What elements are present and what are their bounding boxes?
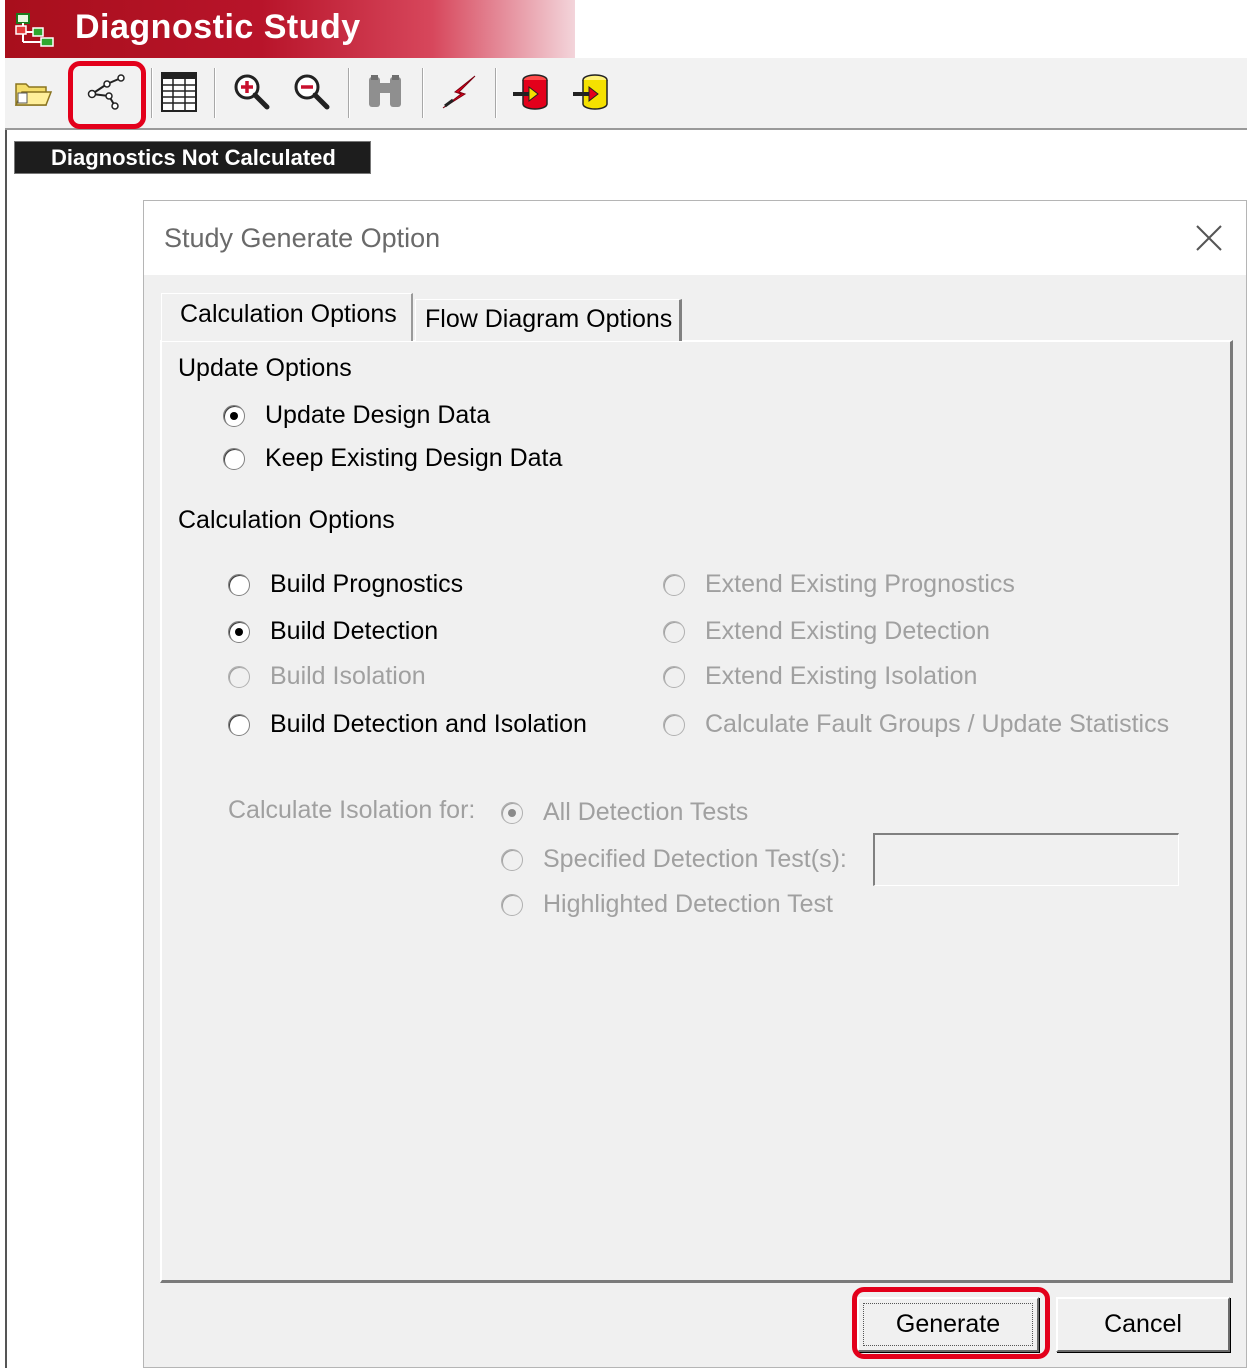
option-label: Build Isolation [270,662,426,690]
table-view-icon [161,72,197,112]
find-binoculars-icon [369,75,401,107]
calculation-options-label: Calculation Options [178,506,395,534]
find-button[interactable] [361,68,409,116]
build-prognostics-radio[interactable]: Build Prognostics [228,570,463,599]
dialog-header: Study Generate Option [144,201,1246,275]
zoom-out-button[interactable] [287,68,335,116]
lightning-button[interactable] [435,68,483,116]
option-label: Extend Existing Detection [705,617,990,645]
zoom-out-icon [294,74,330,110]
radio-button [228,573,250,596]
radio-button [228,713,250,736]
table-view-button[interactable] [155,68,203,116]
option-label: Update Design Data [265,401,491,429]
build-isolation-radio: Build Isolation [228,662,426,691]
option-label: Specified Detection Test(s): [543,845,847,873]
window-title: Diagnostic Study [75,8,361,46]
extend-existing-isolation-radio: Extend Existing Isolation [663,662,977,691]
title-bar: Diagnostic Study [5,0,575,58]
radio-button [663,620,685,643]
option-label: Build Detection [270,617,439,645]
study-generate-dialog: Study Generate Option Calculation Option… [143,200,1247,1368]
radio-button [223,447,245,470]
close-icon[interactable] [1192,221,1226,255]
radio-button [501,801,523,824]
status-badge: Diagnostics Not Calculated [14,141,371,174]
zoom-in-icon [234,74,270,110]
radio-button [501,848,523,871]
option-label: All Detection Tests [543,798,749,826]
toolbar-separator [495,68,497,118]
radio-button [228,620,250,643]
option-label: Highlighted Detection Test [543,890,833,918]
import-yellow-icon [573,74,608,110]
highlighted-detection-test-radio: Highlighted Detection Test [501,890,833,919]
radio-button [663,573,685,596]
zoom-in-button[interactable] [227,68,275,116]
open-folder-button[interactable] [9,68,57,116]
keep-existing-design-data-radio[interactable]: Keep Existing Design Data [223,444,562,473]
specified-tests-field [873,833,1179,886]
toolbar-separator [151,68,153,118]
calculate-isolation-label: Calculate Isolation for: [228,796,476,824]
dialog-title: Study Generate Option [164,223,441,253]
radio-button [501,893,523,916]
option-label: Build Prognostics [270,570,464,598]
import-red-icon [513,74,548,110]
option-label: Extend Existing Isolation [705,662,978,690]
extend-existing-prognostics-radio: Extend Existing Prognostics [663,570,1015,599]
extend-existing-detection-radio: Extend Existing Detection [663,617,990,646]
study-tree-icon [15,13,54,47]
build-detection-and-isolation-radio[interactable]: Build Detection and Isolation [228,710,587,739]
option-label: Extend Existing Prognostics [705,570,1015,598]
lightning-icon [442,75,476,109]
import-yellow-button[interactable] [567,68,615,116]
option-label: Calculate Fault Groups / Update Statisti… [705,710,1170,738]
radio-button [228,665,250,688]
option-label: Keep Existing Design Data [265,444,563,472]
calculation-options-panel: Update Options Update Design Data Keep E… [160,340,1233,1283]
specified-detection-tests-radio: Specified Detection Test(s): [501,845,847,874]
open-folder-icon [14,83,53,106]
option-label: Build Detection and Isolation [270,710,587,738]
toolbar-separator [348,68,350,118]
radio-button [223,404,245,427]
cancel-button[interactable]: Cancel [1056,1297,1230,1352]
update-options-label: Update Options [178,354,352,382]
tab-calculation-options[interactable]: Calculation Options [161,293,413,341]
build-detection-radio[interactable]: Build Detection [228,617,438,646]
toolbar [5,58,1247,130]
radio-button [663,713,685,736]
calculate-fault-groups-radio: Calculate Fault Groups / Update Statisti… [663,710,1169,739]
toolbar-separator [422,68,424,118]
toolbar-separator [214,68,216,118]
import-red-button[interactable] [507,68,555,116]
radio-button [663,665,685,688]
update-design-data-radio[interactable]: Update Design Data [223,401,490,430]
tab-flow-diagram-options[interactable]: Flow Diagram Options [415,299,682,341]
highlight-generate-button [852,1287,1050,1359]
highlight-generate-study-tool [68,61,146,129]
all-detection-tests-radio: All Detection Tests [501,798,748,827]
